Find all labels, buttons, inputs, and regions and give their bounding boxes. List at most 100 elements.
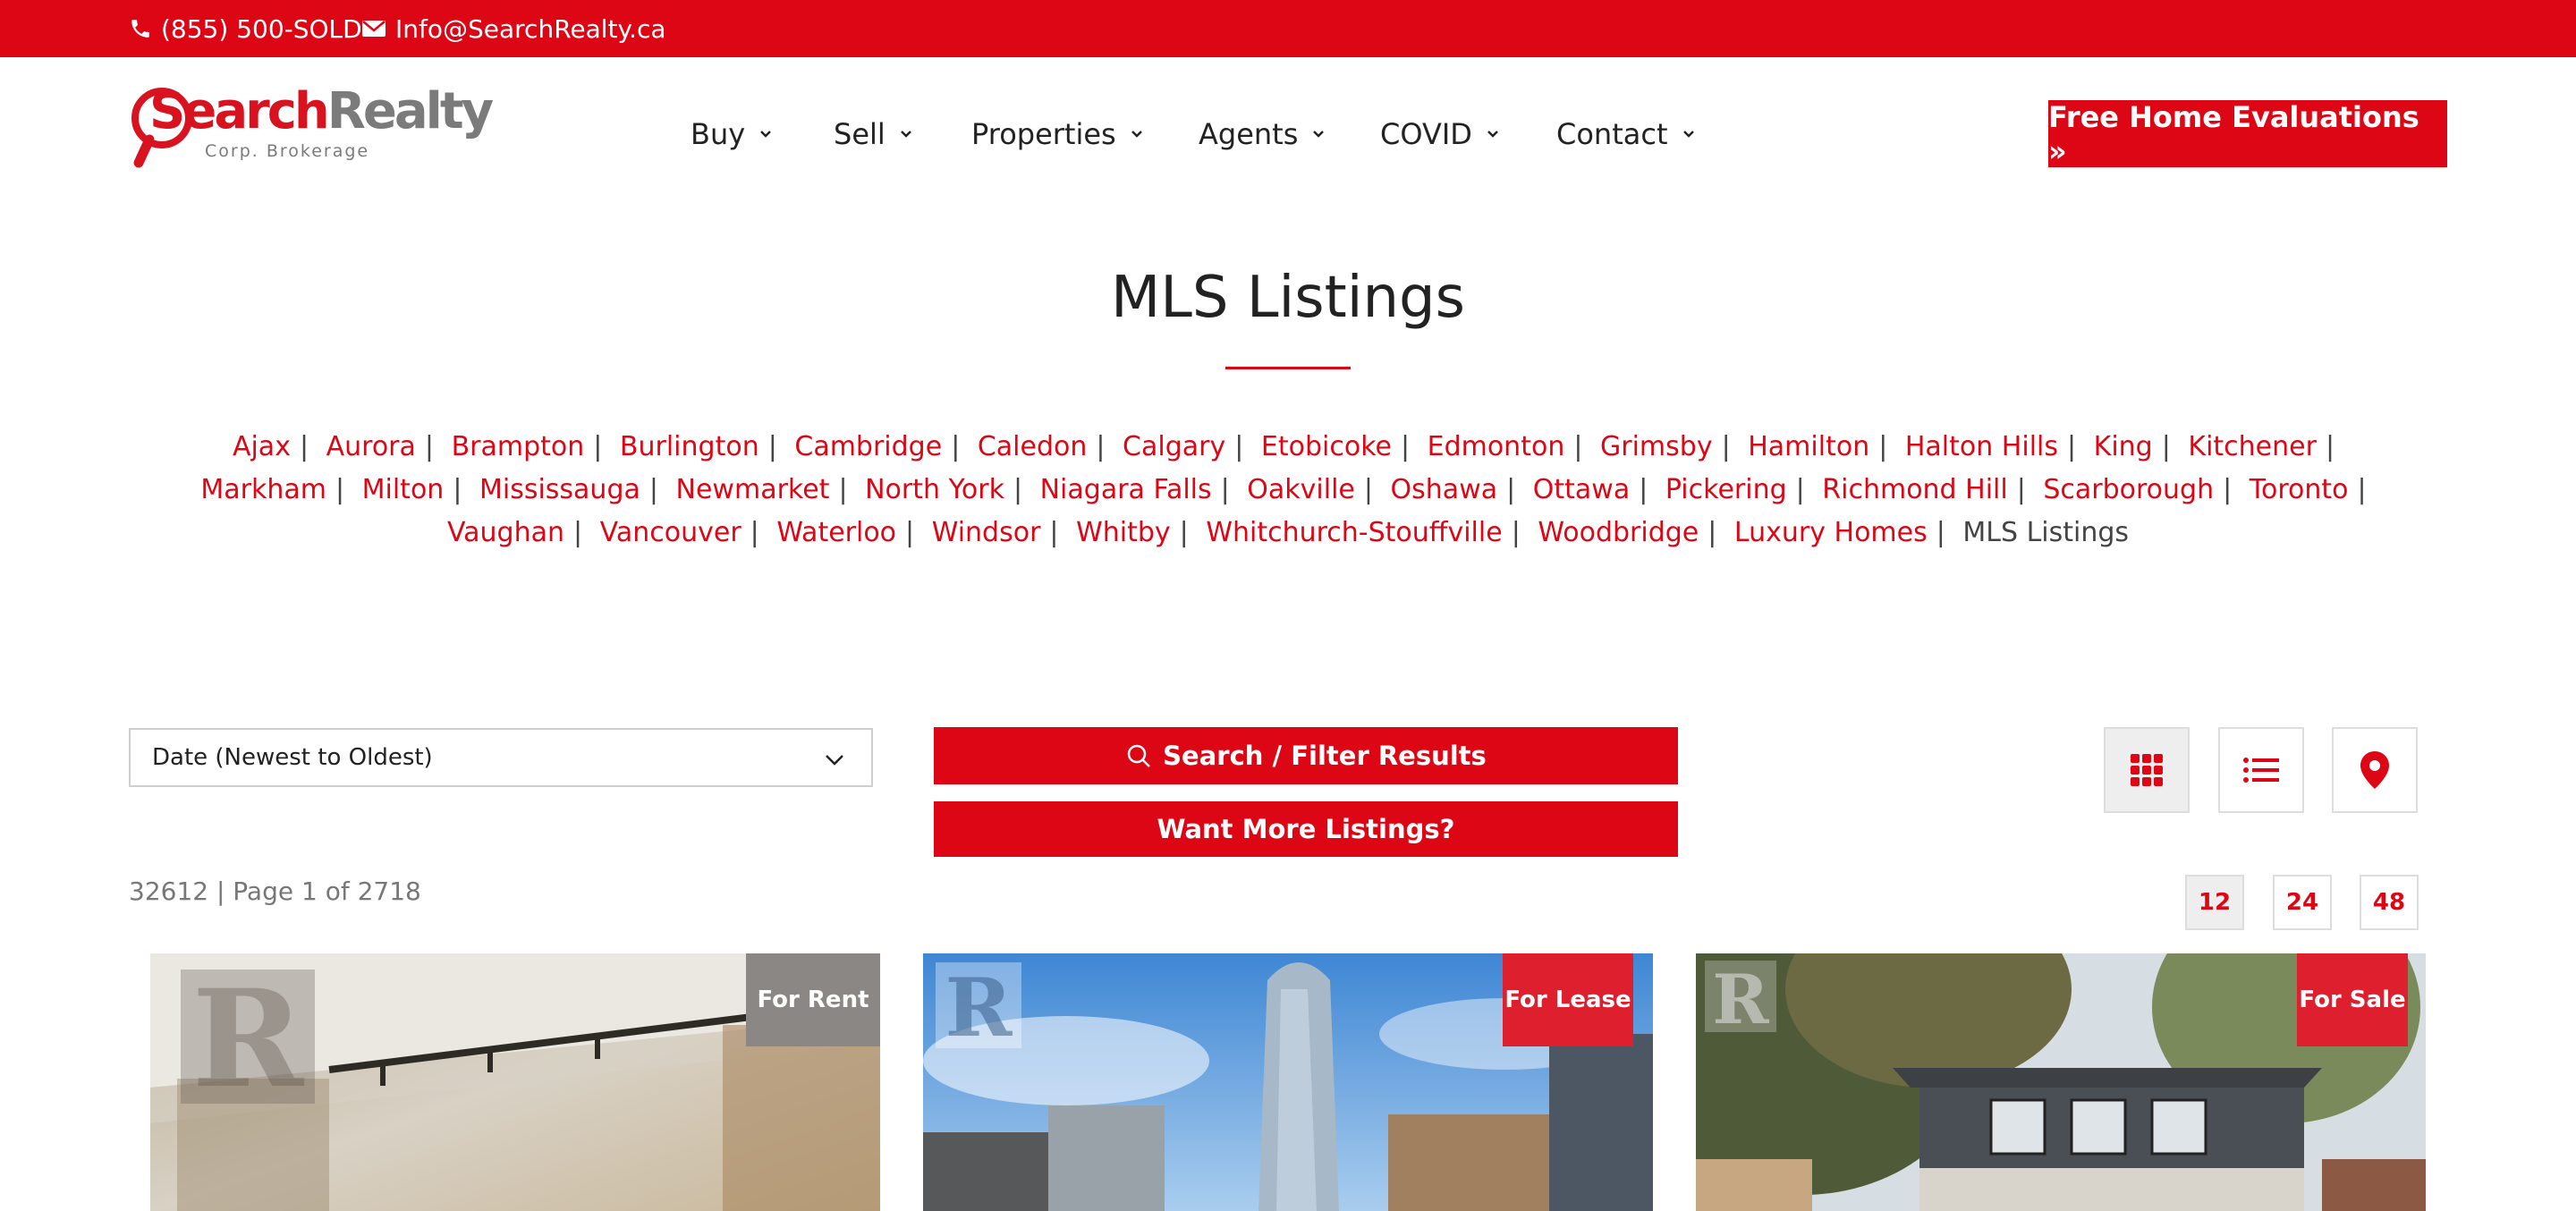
chevron-down-icon [1131,131,1142,138]
city-link[interactable]: Newmarket [676,474,830,505]
city-link[interactable]: Brampton [452,431,585,462]
sort-select[interactable]: Date (Newest to Oldest) [129,728,873,787]
city-link[interactable]: Cambridge [794,431,942,462]
city-link[interactable]: Ajax [233,431,291,462]
listing-card[interactable]: R For Sale [1696,953,2426,1211]
logo-subtitle: Corp. Brokerage [205,141,370,161]
chevron-down-icon [826,755,843,766]
city-link[interactable]: Calgary [1123,431,1225,462]
city-link[interactable]: King [2094,431,2153,462]
nav-label: Properties [971,117,1116,151]
link-separator: | [1639,474,1648,505]
city-link[interactable]: Burlington [620,431,759,462]
status-badge: For Lease [1503,953,1633,1046]
nav-item-agents[interactable]: Agents [1199,107,1325,161]
city-link[interactable]: Vaughan [447,517,564,548]
city-link[interactable]: Aurora [326,431,416,462]
logo-wordmark: SearchRealty [149,82,494,140]
city-link[interactable]: Markham [200,474,326,505]
city-link[interactable]: Whitchurch-Stouffville [1206,517,1502,548]
nav-item-properties[interactable]: Properties [971,107,1143,161]
link-separator: | [648,474,658,505]
search-filter-button[interactable]: Search / Filter Results [934,727,1678,784]
nav-item-covid[interactable]: COVID [1380,107,1499,161]
phone-number: (855) 500-SOLD [161,13,362,44]
site-logo[interactable]: SearchRealty Corp. Brokerage [128,82,494,170]
email-address: Info@SearchRealty.ca [395,13,666,44]
link-separator: | [335,474,345,505]
link-separator: | [1363,474,1373,505]
nav-item-sell[interactable]: Sell [834,107,912,161]
nav-label: COVID [1380,117,1472,151]
per-page-24[interactable]: 24 [2273,875,2332,930]
svg-text:R: R [192,961,305,1118]
city-link[interactable]: Luxury Homes [1734,517,1928,548]
nav-label: Sell [834,117,886,151]
list-view-button[interactable] [2218,727,2304,813]
city-link[interactable]: Edmonton [1428,431,1565,462]
link-separator: | [1096,431,1106,462]
city-link[interactable]: Mississauga [479,474,640,505]
link-separator: | [1013,474,1023,505]
nav-item-buy[interactable]: Buy [691,107,772,161]
title-divider [1225,367,1351,369]
link-separator: | [1506,474,1516,505]
city-links: Ajax | Aurora | Brampton | Burlington | Camb… [179,426,2397,555]
city-link[interactable]: Oshawa [1391,474,1498,505]
page-title: MLS Listings [1110,265,1466,331]
grid-view-button[interactable] [2104,727,2190,813]
city-link[interactable]: Grimsby [1600,431,1713,462]
city-link[interactable]: Vancouver [600,517,741,548]
city-link[interactable]: Kitchener [2188,431,2317,462]
city-link[interactable]: Woodbridge [1538,517,1699,548]
link-separator: | [453,474,462,505]
envelope-icon [362,21,386,37]
city-link[interactable]: Whitby [1076,517,1171,548]
current-page-crumb: MLS Listings [1962,517,2130,548]
link-separator: | [750,517,759,548]
nav-item-contact[interactable]: Contact [1556,107,1695,161]
city-link[interactable]: Niagara Falls [1040,474,1212,505]
link-separator: | [1878,431,1888,462]
want-more-listings-button[interactable]: Want More Listings? [934,801,1678,857]
city-link[interactable]: Pickering [1665,474,1787,505]
map-view-button[interactable] [2332,727,2418,813]
phone-link[interactable]: (855) 500-SOLD [129,0,362,57]
free-home-evaluations-button[interactable]: Free Home Evaluations » [2048,100,2447,168]
city-link[interactable]: Caledon [978,431,1088,462]
link-separator: | [2161,431,2171,462]
city-link[interactable]: Waterloo [776,517,896,548]
link-separator: | [1400,431,1411,462]
search-filter-label: Search / Filter Results [1163,741,1487,771]
city-link[interactable]: North York [865,474,1004,505]
status-badge: For Sale [2297,953,2408,1046]
city-link[interactable]: Etobicoke [1261,431,1392,462]
phone-icon [131,20,149,38]
link-separator: | [2223,474,2233,505]
link-separator: | [424,431,435,462]
listing-card[interactable]: R For Rent [150,953,880,1211]
city-link[interactable]: Oakville [1247,474,1355,505]
city-link[interactable]: Scarborough [2043,474,2214,505]
result-count: 32612 | Page 1 of 2718 [129,876,421,906]
listing-card[interactable]: R For Lease [923,953,1653,1211]
city-link[interactable]: Hamilton [1748,431,1869,462]
link-separator: | [1573,431,1583,462]
nav-label: Contact [1556,117,1668,151]
city-link[interactable]: Richmond Hill [1822,474,2007,505]
city-link[interactable]: Toronto [2250,474,2349,505]
per-page-12[interactable]: 12 [2185,875,2244,930]
city-link[interactable]: Halton Hills [1905,431,2058,462]
city-link[interactable]: Milton [362,474,445,505]
grid-icon [2131,754,2163,786]
city-link[interactable]: Ottawa [1533,474,1630,505]
per-page-48[interactable]: 48 [2360,875,2419,930]
link-separator: | [1721,431,1731,462]
realtor-watermark-icon: R [1705,960,1776,1039]
email-link[interactable]: Info@SearchRealty.ca [361,0,666,57]
link-separator: | [2357,474,2367,505]
city-link[interactable]: Windsor [932,517,1041,548]
link-separator: | [573,517,583,548]
link-separator: | [838,474,848,505]
svg-text:R: R [1712,960,1769,1039]
